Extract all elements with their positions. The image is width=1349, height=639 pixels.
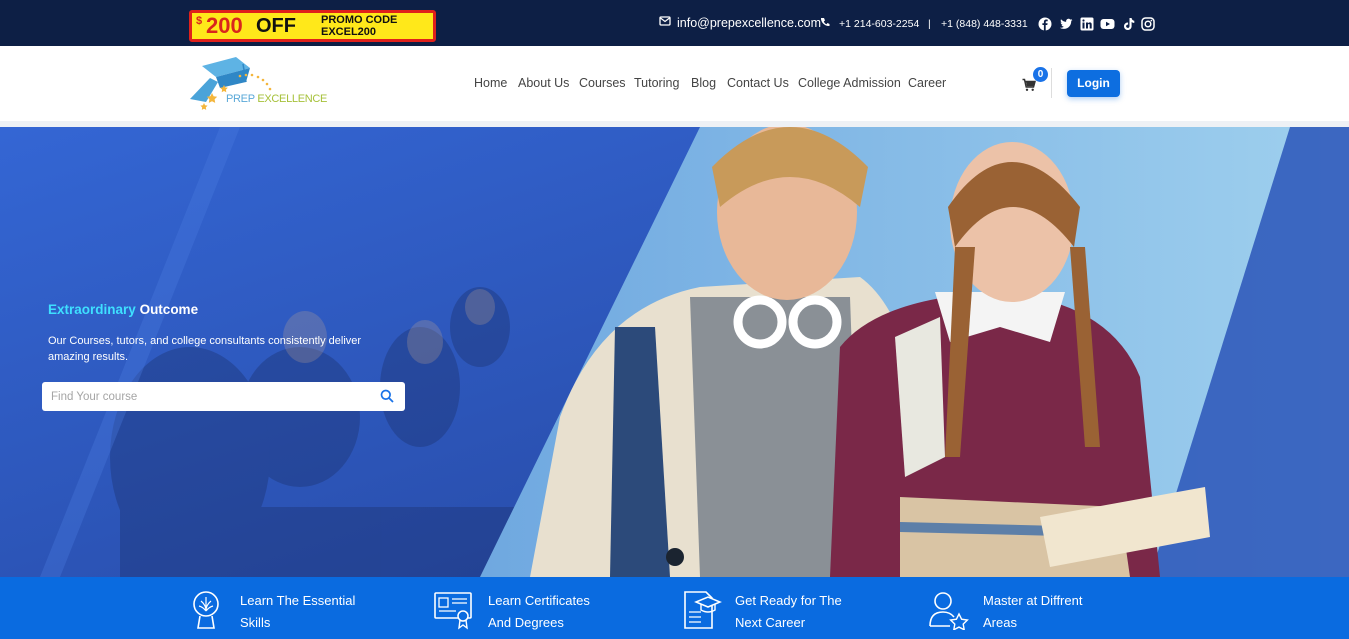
hero-title-accent: Extraordinary [48, 302, 136, 317]
cart-count-badge: 0 [1033, 67, 1048, 82]
contact-separator: | [928, 18, 931, 30]
email-link[interactable]: info@prepexcellence.com [677, 16, 821, 30]
certificate-icon [434, 592, 472, 630]
youtube-icon[interactable] [1100, 17, 1115, 31]
hero-scroll-indicator[interactable] [666, 548, 684, 566]
phone-icon [820, 18, 830, 27]
promo-code: PROMO CODE EXCEL200 [321, 14, 431, 38]
promo-amount: 200 [206, 13, 243, 38]
nav-home[interactable]: Home [474, 75, 507, 91]
promo-code-value: EXCEL200 [321, 26, 377, 38]
cart-icon[interactable] [1022, 78, 1036, 92]
linkedin-icon[interactable] [1080, 17, 1094, 31]
nav-career[interactable]: Career [908, 75, 946, 91]
promo-code-label: PROMO CODE [321, 14, 398, 26]
facebook-icon[interactable] [1038, 17, 1052, 31]
brain-head-icon [193, 591, 219, 629]
nav-contact-us[interactable]: Contact Us [727, 75, 789, 91]
feature-2-line1: Learn Certificates [488, 593, 590, 608]
feature-2-line2: And Degrees [488, 615, 564, 630]
feature-3-line1: Get Ready for The [735, 593, 842, 608]
feature-3-text: Get Ready for The Next Career [735, 590, 895, 634]
nav-blog[interactable]: Blog [691, 75, 716, 91]
promo-off: OFF [256, 15, 296, 37]
hero-subtitle: Our Courses, tutors, and college consult… [48, 335, 362, 363]
hero-title-rest: Outcome [139, 302, 199, 317]
logo-text-prep: PREP [226, 93, 255, 105]
phone-2[interactable]: +1 (848) 448-3331 [941, 17, 1028, 31]
feature-1-line2: Skills [240, 615, 271, 630]
feature-4-line2: Areas [983, 615, 1017, 630]
nav-tutoring[interactable]: Tutoring [634, 75, 679, 91]
phone-1[interactable]: +1 214-603-2254 [839, 17, 919, 31]
feature-4-line1: Master at Diffrent [983, 593, 1083, 608]
feature-1-text: Learn The Essential Skills [240, 590, 400, 634]
nav-courses[interactable]: Courses [579, 75, 626, 91]
search-icon[interactable] [380, 389, 394, 403]
tiktok-icon[interactable] [1122, 17, 1136, 31]
nav-about-us[interactable]: About Us [518, 75, 569, 91]
promo-currency: $ [196, 15, 203, 27]
career-document-icon [684, 591, 722, 629]
feature-4-text: Master at Diffrent Areas [983, 590, 1143, 634]
person-star-icon [929, 592, 969, 630]
nav-college-admission[interactable]: College Admission [798, 75, 901, 91]
course-search-input[interactable] [42, 382, 405, 411]
logo-text-excellence: EXCELLENCE [257, 93, 328, 105]
login-button[interactable]: Login [1067, 70, 1120, 97]
twitter-icon[interactable] [1059, 17, 1073, 31]
logo-text: PREP EXCELLENCE [226, 93, 327, 105]
feature-1-line1: Learn The Essential [240, 593, 356, 608]
hero-title: Extraordinary Outcome [48, 302, 198, 317]
feature-2-text: Learn Certificates And Degrees [488, 590, 648, 634]
header-divider [1051, 68, 1052, 98]
instagram-icon[interactable] [1141, 17, 1155, 31]
promo-banner[interactable]: $ 200 OFF PROMO CODE EXCEL200 [189, 10, 436, 42]
email-icon [659, 16, 671, 26]
feature-3-line2: Next Career [735, 615, 806, 630]
